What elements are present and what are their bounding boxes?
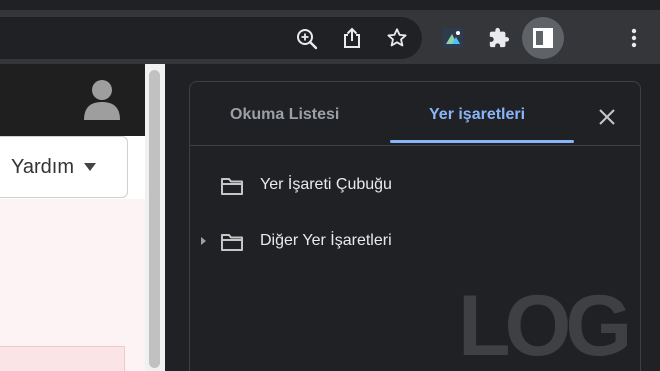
tab-reading-list[interactable]: Okuma Listesi — [230, 106, 339, 124]
bookmark-folder-row[interactable]: Yer İşareti Çubuğu — [190, 170, 640, 202]
bookmark-star-icon[interactable] — [385, 26, 409, 50]
kebab-menu-icon[interactable] — [624, 26, 644, 50]
bookmark-folder-row[interactable]: Diğer Yer İşaretleri — [190, 226, 640, 258]
bookmark-folder-label: Diğer Yer İşaretleri — [260, 232, 392, 249]
help-menu-label: Yardım — [11, 155, 74, 178]
share-icon[interactable] — [340, 26, 364, 50]
watermark-text: LOG — [458, 283, 627, 363]
side-panel-icon[interactable] — [532, 27, 554, 49]
zoom-in-icon[interactable] — [295, 27, 319, 51]
close-icon[interactable] — [596, 106, 618, 128]
folder-icon — [220, 232, 244, 252]
folder-icon — [220, 176, 244, 196]
panel-divider — [190, 145, 640, 146]
web-page-content: Yardım — [0, 64, 165, 371]
puzzle-extensions-icon[interactable] — [487, 26, 511, 50]
extension-app-icon[interactable] — [443, 28, 463, 48]
page-notice-box — [0, 346, 125, 371]
scrollbar-thumb[interactable] — [149, 70, 160, 368]
user-avatar-icon[interactable] — [82, 78, 122, 122]
help-menu[interactable]: Yardım — [0, 136, 128, 198]
log-watermark: LOG — [458, 278, 633, 371]
active-tab-indicator — [390, 140, 574, 143]
bookmark-folder-label: Yer İşareti Çubuğu — [260, 176, 392, 193]
tab-strip-edge — [0, 0, 660, 10]
browser-toolbar — [0, 0, 660, 64]
expand-arrow-icon[interactable] — [201, 237, 206, 245]
site-header — [0, 64, 145, 136]
tab-bookmarks[interactable]: Yer işaretleri — [429, 106, 525, 124]
caret-down-icon — [83, 163, 96, 171]
